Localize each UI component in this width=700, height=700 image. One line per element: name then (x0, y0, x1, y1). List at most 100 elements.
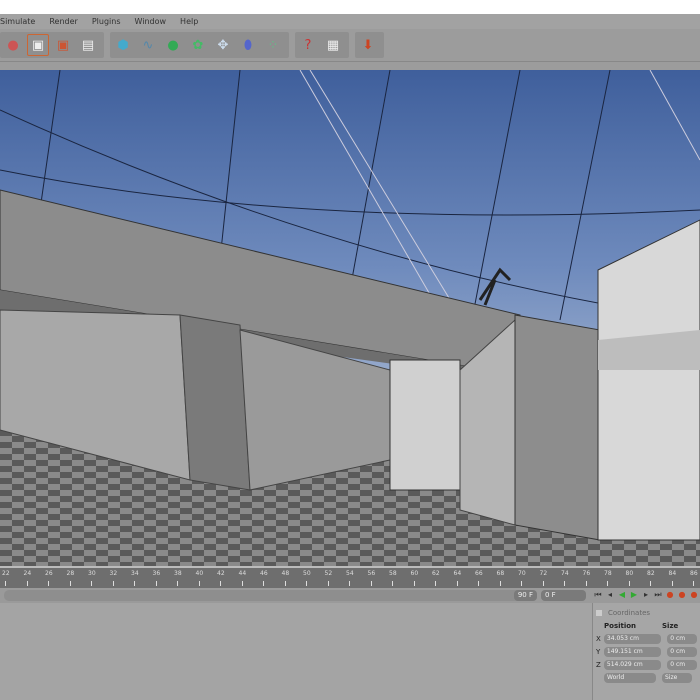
timeline-tick-label: 86 (690, 570, 698, 577)
menu-bar: Simulate Render Plugins Window Help (0, 14, 700, 29)
menu-window[interactable]: Window (135, 17, 167, 26)
deformer-icon[interactable]: ✥ (212, 34, 234, 56)
timeline-tick-mark (263, 581, 264, 586)
coordinate-row: X 34.053 cm 0 cm (596, 633, 697, 645)
timeline-tick-label: 82 (647, 570, 655, 577)
render-settings-icon[interactable]: ▤ (77, 34, 99, 56)
autokey-icon[interactable]: ● (676, 590, 688, 601)
axis-label: X (596, 635, 601, 643)
help-cursor-icon[interactable]: ? (297, 34, 319, 56)
toolbar-spacer (0, 62, 700, 70)
go-to-end-icon[interactable]: ⏭ (652, 590, 664, 601)
spline-icon[interactable]: ∿ (137, 34, 159, 56)
timeline-ruler[interactable]: 22 24 26 28 30 32 34 36 38 40 42 44 46 48 50 52 54 56 58 60… (0, 566, 700, 588)
timeline-tick-mark (392, 581, 393, 586)
cube-icon[interactable]: ⬢ (112, 34, 134, 56)
timeline-tick-label: 76 (582, 570, 591, 577)
position-field[interactable]: 149.151 cm (603, 647, 662, 657)
timeline-tick-mark (198, 581, 200, 586)
timeline-tick-label: 66 (475, 570, 483, 577)
play-backward-icon[interactable]: ◀ (616, 590, 628, 601)
coordinate-row: Y 149.151 cm 0 cm (596, 646, 697, 658)
timeline-tick-mark (628, 581, 630, 586)
timeline-tick-label: 56 (367, 570, 376, 577)
timeline-tick-mark (112, 581, 114, 586)
timeline-tick-mark (607, 581, 608, 586)
timeline-tick-label: 80 (625, 570, 634, 577)
particles-icon[interactable]: ⁘ (262, 34, 284, 56)
playback-controls: 90 F 0 F ⏮ ◂ ◀ ▶ ▸ ⏭ ● ● ● (0, 588, 700, 603)
timeline-tick-mark (26, 581, 28, 586)
render-view-icon[interactable]: ● (2, 34, 24, 56)
render-active-icon[interactable]: ▣ (27, 34, 49, 56)
scene-icon[interactable]: ⬮ (237, 34, 259, 56)
render-picture-viewer-icon[interactable]: ▣ (52, 34, 74, 56)
timeline-tick-label: 32 (109, 570, 118, 577)
timeline-tick-mark (177, 581, 178, 586)
toolbar: ● ▣ ▣ ▤ ⬢ ∿ ● ✿ ✥ ⬮ ⁘ ? ▦ ⬇ (0, 29, 700, 62)
step-forward-icon[interactable]: ▸ (640, 590, 652, 601)
timeline-tick-label: 60 (410, 570, 419, 577)
size-mode-select[interactable]: Size (662, 673, 692, 683)
frame-range-slider[interactable]: 90 F (4, 590, 537, 601)
position-label: Position (604, 622, 637, 630)
menu-simulate[interactable]: Simulate (0, 17, 35, 26)
axis-label: Z (596, 661, 601, 669)
coordinates-panel: Coordinates Position Size X 34.053 cm 0 cm Y… (592, 603, 700, 700)
timeline-tick-label: 58 (389, 570, 397, 577)
timeline-tick-label: 72 (539, 570, 548, 577)
menu-plugins[interactable]: Plugins (92, 17, 121, 26)
timeline-tick-mark (542, 581, 544, 586)
import-icon[interactable]: ⬇ (357, 34, 379, 56)
end-frame-field[interactable]: 90 F (513, 590, 537, 601)
timeline-tick-label: 42 (217, 570, 225, 577)
timeline-tick-label: 34 (131, 570, 139, 577)
timeline-tick-label: 30 (88, 570, 96, 577)
play-forward-icon[interactable]: ▶ (628, 590, 640, 601)
coordinates-checkbox[interactable] (596, 610, 602, 616)
timeline-tick-label: 36 (152, 570, 161, 577)
size-field[interactable]: 0 cm (667, 660, 697, 670)
nurbs-icon[interactable]: ● (162, 34, 184, 56)
timeline-tick-mark (456, 581, 458, 586)
timeline-tick-mark (5, 581, 6, 586)
size-field[interactable]: 0 cm (667, 647, 697, 657)
timeline-tick-label: 70 (518, 570, 526, 577)
menu-help[interactable]: Help (180, 17, 198, 26)
keyframe-selection-icon[interactable]: ● (688, 590, 700, 601)
timeline-tick-mark (585, 581, 587, 586)
timeline-tick-mark (241, 581, 243, 586)
timeline-tick-label: 78 (604, 570, 612, 577)
timeline-tick-mark (284, 581, 286, 586)
step-back-icon[interactable]: ◂ (604, 590, 616, 601)
timeline-tick-mark (370, 581, 372, 586)
menu-render[interactable]: Render (49, 17, 77, 26)
timeline-tick-mark (499, 581, 501, 586)
timeline-tick-mark (650, 581, 651, 586)
timeline-tick-label: 52 (324, 570, 333, 577)
timeline-tick-label: 40 (195, 570, 204, 577)
current-frame-field[interactable]: 0 F (541, 590, 586, 601)
timeline-tick-mark (69, 581, 71, 586)
coordinate-mode-select[interactable]: World (604, 673, 656, 683)
array-icon[interactable]: ✿ (187, 34, 209, 56)
timeline-tick-mark (693, 581, 694, 586)
timeline-tick-label: 68 (496, 570, 505, 577)
position-field[interactable]: 514.029 cm (603, 660, 662, 670)
go-to-start-icon[interactable]: ⏮ (592, 590, 604, 601)
timeline-tick-label: 46 (260, 570, 268, 577)
timeline-tick-mark (671, 581, 673, 586)
timeline-tick-label: 50 (303, 570, 311, 577)
timeline-tick-label: 26 (45, 570, 53, 577)
position-field[interactable]: 34.053 cm (603, 634, 662, 644)
timeline-tick-mark (521, 581, 522, 586)
layout-icon[interactable]: ▦ (322, 34, 344, 56)
timeline-tick-mark (413, 581, 415, 586)
timeline-tick-label: 64 (453, 570, 462, 577)
timeline-tick-label: 74 (561, 570, 569, 577)
timeline-tick-label: 28 (66, 570, 75, 577)
record-icon[interactable]: ● (664, 590, 676, 601)
3d-viewport[interactable] (0, 70, 700, 566)
size-field[interactable]: 0 cm (667, 634, 697, 644)
timeline-tick-label: 24 (23, 570, 32, 577)
